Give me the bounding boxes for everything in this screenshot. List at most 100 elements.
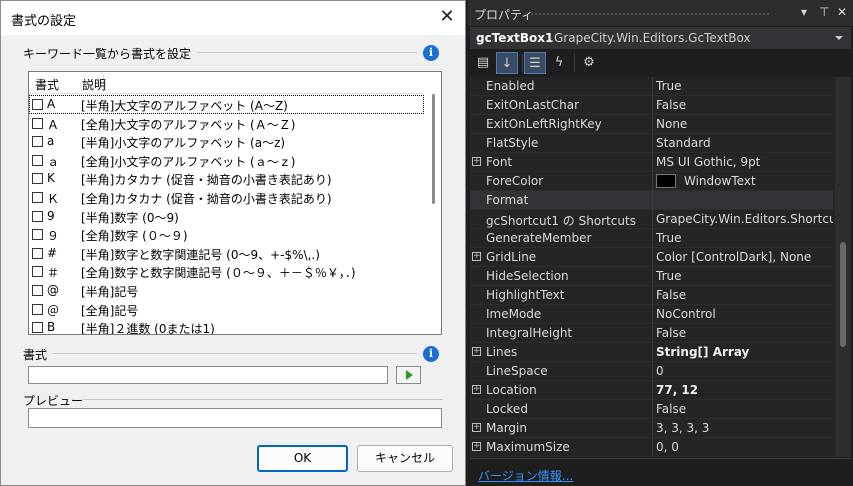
property-pages-icon[interactable]: ⚙ xyxy=(578,52,600,74)
checkbox[interactable] xyxy=(32,192,43,203)
expand-icon[interactable]: + xyxy=(472,347,481,356)
keyword-list[interactable]: 書式 説明 A [半角]大文字のアルファベット (A～Z) Ａ [全角]大文字のアルフ… xyxy=(28,71,442,335)
checkbox[interactable] xyxy=(32,173,43,185)
property-value[interactable]: False xyxy=(656,98,833,112)
property-value[interactable]: String[] Array xyxy=(656,345,833,359)
list-item[interactable]: Ａ [全角]大文字のアルファベット (Ａ～Ｚ) xyxy=(29,114,424,133)
property-value[interactable]: MS UI Gothic, 9pt xyxy=(656,155,833,169)
property-row[interactable]: + GridLine Color [ControlDark], None xyxy=(470,248,833,267)
checkbox[interactable] xyxy=(32,210,43,222)
column-header-format[interactable]: 書式 xyxy=(35,76,59,93)
list-item[interactable]: ａ [全角]小文字のアルファベット (ａ～ｚ) xyxy=(29,151,424,170)
property-row[interactable]: + Margin 3, 3, 3, 3 xyxy=(470,419,833,438)
dropdown-icon[interactable]: ▾ xyxy=(801,5,807,19)
property-value[interactable]: 3, 3, 3, 3 xyxy=(656,421,833,435)
property-row[interactable]: + Lines String[] Array xyxy=(470,343,833,362)
list-item[interactable]: Ｋ [全角]カタカナ (促音・拗音の小書き表記あり) xyxy=(29,188,424,207)
scrollbar-thumb[interactable] xyxy=(432,94,435,204)
expand-icon[interactable]: + xyxy=(472,385,481,394)
property-row[interactable]: IntegralHeight False xyxy=(470,324,833,343)
scrollbar-thumb[interactable] xyxy=(840,242,846,347)
checkbox[interactable] xyxy=(32,285,43,296)
version-info-link[interactable]: バージョン情報... xyxy=(478,467,573,484)
checkbox[interactable] xyxy=(32,154,43,166)
properties-view-icon[interactable]: ☰ xyxy=(524,52,546,74)
property-row[interactable]: ExitOnLastChar False xyxy=(470,96,833,115)
format-symbol: Ｋ xyxy=(47,192,60,206)
list-item[interactable]: A [半角]大文字のアルファベット (A～Z) xyxy=(29,95,424,114)
expand-icon[interactable]: + xyxy=(472,423,481,432)
property-row[interactable]: Format xyxy=(470,191,833,210)
property-value[interactable]: None xyxy=(656,117,833,131)
list-item[interactable]: B [半角]２進数 (0または1) xyxy=(29,318,424,334)
checkbox[interactable] xyxy=(32,247,43,259)
property-row[interactable]: Locked False xyxy=(470,400,833,419)
format-input[interactable] xyxy=(28,366,388,384)
checkbox[interactable] xyxy=(32,117,43,129)
list-item[interactable]: @ [半角]記号 xyxy=(29,281,424,300)
info-icon[interactable]: i xyxy=(423,346,439,362)
format-settings-dialog: 書式の設定 ✕ キーワード一覧から書式を設定 i 書式 説明 A [半角]大文字の… xyxy=(0,0,466,486)
property-grid-scrollbar[interactable] xyxy=(835,77,851,457)
property-row[interactable]: GenerateMember True xyxy=(470,229,833,248)
checkbox[interactable] xyxy=(32,136,43,148)
checkbox[interactable] xyxy=(32,229,43,241)
object-selector[interactable]: gcTextBox1 GrapeCity.Win.Editors.GcTextB… xyxy=(470,27,851,49)
chevron-down-icon[interactable] xyxy=(835,36,843,40)
property-value[interactable]: False xyxy=(656,288,833,302)
list-item[interactable]: # [半角]数字と数字関連記号 (0～9、+-$%\,.) xyxy=(29,244,424,263)
property-value[interactable]: True xyxy=(656,231,833,245)
property-row[interactable]: ForeColor WindowText xyxy=(470,172,833,191)
alphabetical-icon[interactable]: ↓ xyxy=(496,52,518,74)
property-value[interactable]: Standard xyxy=(656,136,833,150)
checkbox[interactable] xyxy=(32,322,43,334)
keyword-list-scrollbar[interactable] xyxy=(425,72,441,334)
list-item[interactable]: ９ [全角]数字 (０～９) xyxy=(29,225,424,244)
property-row[interactable]: gcShortcut1 の Shortcuts GrapeCity.Win.Edi… xyxy=(470,210,833,229)
property-row[interactable]: ExitOnLeftRightKey None xyxy=(470,115,833,134)
titlebar-grip[interactable] xyxy=(530,12,770,17)
column-header-description[interactable]: 説明 xyxy=(82,76,106,93)
property-row[interactable]: Enabled True xyxy=(470,77,833,96)
property-value[interactable]: False xyxy=(656,402,833,416)
close-icon[interactable]: ✕ xyxy=(435,6,459,30)
property-row[interactable]: HideSelection True xyxy=(470,267,833,286)
format-description: [半角]小文字のアルファベット (a～z) xyxy=(81,136,286,151)
property-value[interactable]: GrapeCity.Win.Editors.ShortcutCo xyxy=(656,212,833,226)
property-value[interactable]: False xyxy=(656,326,833,340)
property-row[interactable]: + Location 77, 12 xyxy=(470,381,833,400)
apply-format-button[interactable] xyxy=(396,366,421,384)
property-row[interactable]: FlatStyle Standard xyxy=(470,134,833,153)
pin-icon[interactable]: ⊤ xyxy=(819,5,829,19)
ok-button[interactable]: OK xyxy=(257,445,348,472)
property-value[interactable]: 0, 0 xyxy=(656,440,833,454)
list-item[interactable]: K [半角]カタカナ (促音・拗音の小書き表記あり) xyxy=(29,169,424,188)
checkbox[interactable] xyxy=(32,99,43,110)
property-value-container[interactable]: WindowText xyxy=(656,174,833,188)
property-row[interactable]: ImeMode NoControl xyxy=(470,305,833,324)
expand-icon[interactable]: + xyxy=(472,157,481,166)
info-icon[interactable]: i xyxy=(423,45,439,61)
property-row[interactable]: + Font MS UI Gothic, 9pt xyxy=(470,153,833,172)
expand-icon[interactable]: + xyxy=(472,442,481,451)
list-item[interactable]: ＠ [全角]記号 xyxy=(29,300,424,319)
events-icon[interactable]: ϟ xyxy=(548,52,570,74)
list-item[interactable]: ＃ [全角]数字と数字関連記号 (０～９、＋－＄％￥，．) xyxy=(29,262,424,281)
list-item[interactable]: a [半角]小文字のアルファベット (a～z) xyxy=(29,132,424,151)
expand-icon[interactable]: + xyxy=(472,252,481,261)
checkbox[interactable] xyxy=(32,303,43,315)
property-value[interactable]: NoControl xyxy=(656,307,833,321)
categorized-icon[interactable]: ▤ xyxy=(472,52,494,74)
property-value[interactable]: True xyxy=(656,269,833,283)
property-row[interactable]: HighlightText False xyxy=(470,286,833,305)
checkbox[interactable] xyxy=(32,266,43,278)
list-item[interactable]: 9 [半角]数字 (0～9) xyxy=(29,207,424,226)
property-value[interactable]: Color [ControlDark], None xyxy=(656,250,833,264)
close-icon[interactable]: ✕ xyxy=(837,5,847,19)
property-row[interactable]: LineSpace 0 xyxy=(470,362,833,381)
property-value[interactable]: 0 xyxy=(656,364,833,378)
cancel-button[interactable]: キャンセル xyxy=(357,445,453,472)
property-value[interactable]: True xyxy=(656,79,833,93)
property-row[interactable]: + MaximumSize 0, 0 xyxy=(470,438,833,457)
property-value[interactable]: 77, 12 xyxy=(656,383,833,397)
